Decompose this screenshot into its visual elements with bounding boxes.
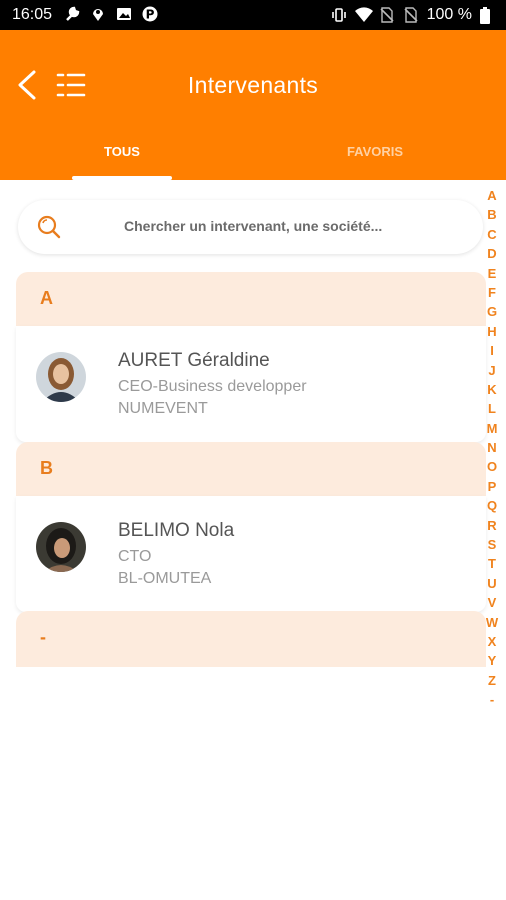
alphabet-index-letter[interactable]: D xyxy=(484,244,500,263)
contact-card[interactable]: BELIMO Nola CTO BL-OMUTEA xyxy=(16,496,486,612)
location-icon xyxy=(90,6,106,22)
alphabet-index-letter[interactable]: K xyxy=(484,380,500,399)
image-icon xyxy=(116,6,132,22)
contact-company: BL-OMUTEA xyxy=(118,570,212,587)
no-sim-icon xyxy=(379,7,395,23)
alphabet-index-letter[interactable]: N xyxy=(484,438,500,457)
alphabet-index[interactable]: ABCDEFGHIJKLMNOPQRSTUVWXYZ- xyxy=(484,186,500,710)
alphabet-index-letter[interactable]: P xyxy=(484,477,500,496)
status-time: 16:05 xyxy=(12,6,53,23)
contact-card[interactable]: AURET Géraldine CEO-Business developper … xyxy=(16,326,486,442)
app-bar: Intervenants TOUS FAVORIS xyxy=(0,30,506,180)
tab-favoris[interactable]: FAVORIS xyxy=(275,144,475,159)
avatar xyxy=(36,352,86,402)
vibrate-icon xyxy=(331,7,347,23)
page-title: Intervenants xyxy=(187,72,319,98)
alphabet-index-letter[interactable]: V xyxy=(484,593,500,612)
no-sim-icon xyxy=(403,7,419,23)
alphabet-index-letter[interactable]: T xyxy=(484,554,500,573)
alphabet-index-letter[interactable]: M xyxy=(484,419,500,438)
alphabet-index-letter[interactable]: I xyxy=(484,341,500,360)
wifi-icon xyxy=(354,7,373,23)
battery-percent: 100 % xyxy=(426,6,472,23)
contact-name: AURET Géraldine xyxy=(118,350,270,371)
section-letter: A xyxy=(40,288,53,308)
alphabet-index-letter[interactable]: S xyxy=(484,535,500,554)
battery-icon xyxy=(480,7,496,24)
section-header-b: B xyxy=(16,442,486,498)
parking-icon: P xyxy=(142,6,158,22)
alphabet-index-letter[interactable]: H xyxy=(484,322,500,341)
contact-name: BELIMO Nola xyxy=(118,520,235,541)
alphabet-index-letter[interactable]: F xyxy=(484,283,500,302)
alphabet-index-letter[interactable]: R xyxy=(484,516,500,535)
alphabet-index-letter[interactable]: W xyxy=(484,613,500,632)
alphabet-index-letter[interactable]: O xyxy=(484,457,500,476)
search-icon xyxy=(36,214,62,240)
status-bar: 16:05 P 100 % xyxy=(0,0,506,30)
search-input[interactable]: Chercher un intervenant, une société... xyxy=(18,200,483,254)
search-placeholder: Chercher un intervenant, une société... xyxy=(124,218,383,234)
alphabet-index-letter[interactable]: J xyxy=(484,361,500,380)
alphabet-index-letter[interactable]: E xyxy=(484,264,500,283)
section-letter: B xyxy=(40,458,53,478)
alphabet-index-letter[interactable]: Z xyxy=(484,671,500,690)
alphabet-index-letter[interactable]: C xyxy=(484,225,500,244)
alphabet-index-letter[interactable]: A xyxy=(484,186,500,205)
section-header-a: A xyxy=(16,272,486,328)
tab-tous[interactable]: TOUS xyxy=(22,144,222,159)
status-right: 100 % xyxy=(331,6,496,24)
alphabet-index-letter[interactable]: Q xyxy=(484,496,500,515)
tab-indicator xyxy=(72,176,172,180)
wrench-icon xyxy=(64,6,80,22)
alphabet-index-letter[interactable]: U xyxy=(484,574,500,593)
status-left-icons: P xyxy=(64,6,158,22)
section-letter: - xyxy=(40,627,46,647)
contact-role: CEO-Business developper xyxy=(118,378,307,395)
avatar xyxy=(36,522,86,572)
section-header-other: - xyxy=(16,611,486,667)
alphabet-index-letter[interactable]: Y xyxy=(484,651,500,670)
alphabet-index-letter[interactable]: X xyxy=(484,632,500,651)
alphabet-index-letter[interactable]: B xyxy=(484,205,500,224)
contact-role: CTO xyxy=(118,548,152,565)
alphabet-index-letter[interactable]: L xyxy=(484,399,500,418)
alphabet-index-letter[interactable]: - xyxy=(484,690,500,709)
alphabet-index-letter[interactable]: G xyxy=(484,302,500,321)
svg-text:P: P xyxy=(146,8,155,22)
contact-company: NUMEVENT xyxy=(118,400,208,417)
